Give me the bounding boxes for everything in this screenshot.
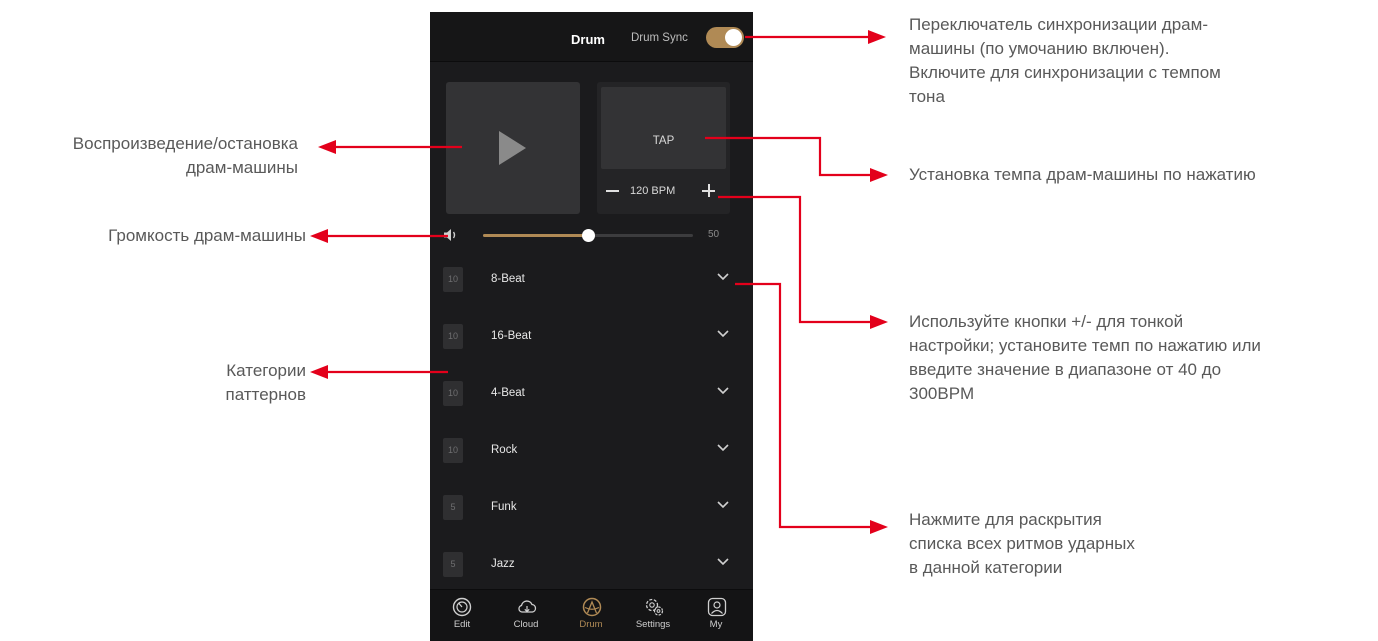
annotation-tap-tempo: Установка темпа драм-машины по нажатию <box>909 165 1256 184</box>
annotation-play-stop: Воспроизведение/остановка драм-машины <box>72 134 298 177</box>
annotation-categories: Категории паттернов <box>225 361 306 404</box>
annotation-expand-category: Нажмите для раскрытия списка всех ритмов… <box>909 510 1135 577</box>
annotation-volume: Громкость драм-машины <box>108 226 306 245</box>
annotation-bpm-adjust: Используйте кнопки +/- для тонкой настро… <box>909 312 1261 403</box>
annotation-drum-sync: Переключатель синхронизации драм- машины… <box>909 15 1221 106</box>
